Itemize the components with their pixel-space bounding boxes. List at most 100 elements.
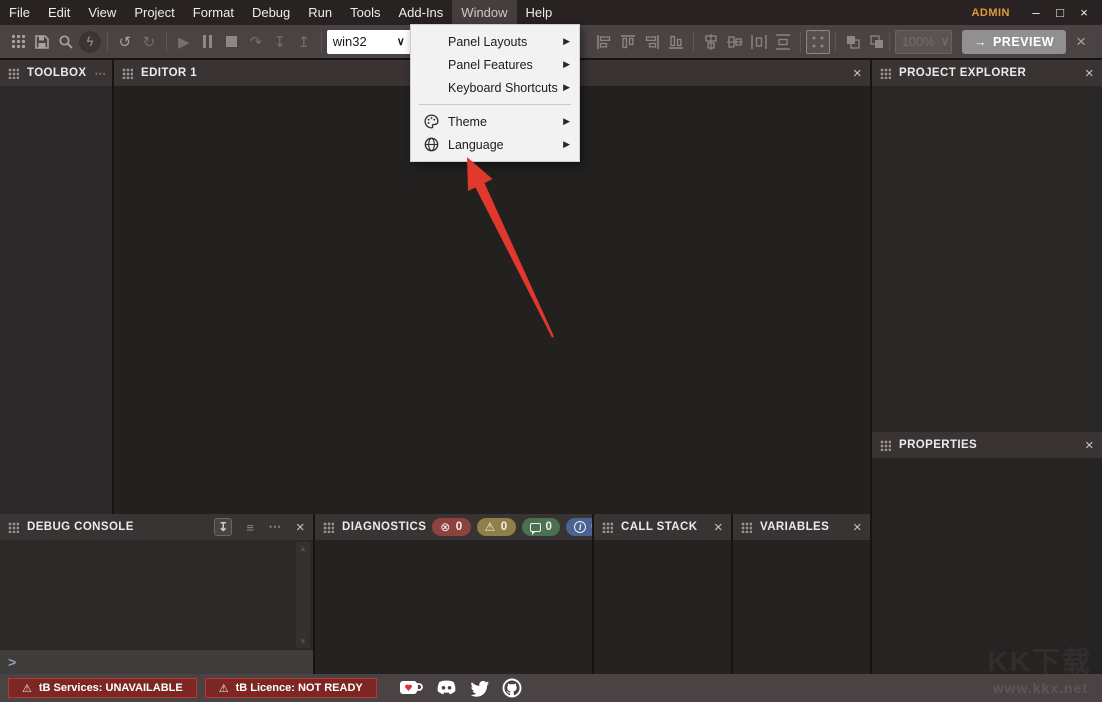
menu-project[interactable]: Project	[125, 0, 183, 25]
drag-handle-icon[interactable]	[880, 439, 891, 451]
toolbox-header: TOOLBOX ⋯	[0, 60, 112, 86]
close-panel-icon[interactable]: ×	[1085, 66, 1094, 81]
blank-icon	[423, 33, 440, 50]
send-to-back-glyph	[870, 34, 883, 48]
zoom-select[interactable]: 100% ∨	[894, 29, 952, 54]
center-vertical-icon[interactable]	[723, 30, 747, 54]
step-over-icon[interactable]: ↷	[244, 30, 268, 54]
menu-file[interactable]: File	[0, 0, 39, 25]
maximize-button[interactable]: □	[1048, 0, 1072, 25]
kofi-icon[interactable]	[399, 678, 424, 698]
debug-console-input[interactable]: >	[0, 650, 313, 674]
send-to-back-icon[interactable]	[865, 30, 889, 54]
github-icon[interactable]	[501, 677, 523, 699]
menu-tools[interactable]: Tools	[341, 0, 389, 25]
info-badge[interactable]: i 0	[566, 518, 592, 536]
search-icon[interactable]	[54, 30, 78, 54]
minimize-button[interactable]: –	[1024, 0, 1048, 25]
properties-header: PROPERTIES ×	[872, 432, 1102, 458]
scroll-down-icon[interactable]: ▼	[296, 637, 310, 646]
discord-icon[interactable]	[435, 679, 458, 697]
apps-grid-icon[interactable]	[6, 30, 30, 54]
platform-select[interactable]: win32 ∨	[326, 29, 411, 54]
messages-badge[interactable]: 0	[521, 518, 561, 536]
menu-item-keyboard-shortcuts[interactable]: Keyboard Shortcuts ▶	[411, 76, 579, 99]
project-explorer-body	[872, 86, 1102, 432]
center-horizontal-icon[interactable]	[699, 30, 723, 54]
submenu-arrow-icon: ▶	[563, 36, 570, 46]
redo-icon[interactable]: ↻	[137, 30, 161, 54]
align-bottom-icon[interactable]	[664, 30, 688, 54]
run-icon[interactable]: ▶	[172, 30, 196, 54]
more-icon[interactable]: ⋯	[94, 66, 107, 80]
menu-help[interactable]: Help	[517, 0, 562, 25]
scroll-up-icon[interactable]: ▲	[296, 544, 310, 553]
menu-debug[interactable]: Debug	[243, 0, 299, 25]
menu-item-theme[interactable]: Theme ▶	[411, 110, 579, 133]
debug-console-scrollbar[interactable]: ▲ ▼	[296, 542, 310, 648]
services-status-badge[interactable]: ⚠ tB Services: UNAVAILABLE	[8, 678, 197, 698]
close-panel-icon[interactable]: ×	[1085, 438, 1094, 453]
stop-glyph	[226, 36, 238, 47]
menu-run[interactable]: Run	[299, 0, 341, 25]
align-right-icon[interactable]	[640, 30, 664, 54]
step-out-icon[interactable]: ↥	[292, 30, 316, 54]
bolt-glyph: ϟ	[79, 30, 101, 53]
call-stack-body	[594, 540, 731, 674]
pause-glyph	[203, 35, 213, 48]
preview-button[interactable]: → PREVIEW	[961, 29, 1067, 54]
scroll-to-latest-icon[interactable]: ↧	[214, 518, 233, 536]
arrow-right-icon: →	[973, 34, 987, 49]
space-vertical-icon[interactable]	[771, 30, 795, 54]
menu-view[interactable]: View	[79, 0, 125, 25]
drag-handle-icon[interactable]	[8, 67, 19, 79]
twitter-icon[interactable]	[469, 679, 490, 697]
menu-format[interactable]: Format	[184, 0, 243, 25]
step-into-icon[interactable]: ↧	[268, 30, 292, 54]
close-panel-icon[interactable]: ×	[853, 520, 862, 535]
menu-edit[interactable]: Edit	[39, 0, 79, 25]
info-icon: i	[574, 521, 587, 533]
warning-icon: ⚠	[218, 682, 229, 695]
clear-console-icon[interactable]: ≡	[246, 520, 254, 535]
align-left-icon[interactable]	[592, 30, 616, 54]
bolt-icon[interactable]: ϟ	[78, 30, 102, 54]
more-icon[interactable]: ⋯	[268, 519, 281, 535]
licence-status-label: tB Licence: NOT READY	[235, 682, 363, 694]
menu-window[interactable]: Window	[452, 0, 517, 25]
menu-item-language[interactable]: Language ▶	[411, 133, 579, 156]
menu-item-panel-layouts[interactable]: Panel Layouts ▶	[411, 30, 579, 53]
drag-handle-icon[interactable]	[323, 521, 334, 533]
apps-grid-glyph	[10, 34, 26, 49]
close-panel-icon[interactable]: ×	[296, 520, 305, 535]
menu-item-panel-features[interactable]: Panel Features ▶	[411, 53, 579, 76]
close-panel-icon[interactable]: ×	[714, 520, 723, 535]
align-bottom-glyph	[669, 35, 684, 49]
align-top-icon[interactable]	[616, 30, 640, 54]
errors-count: 0	[455, 521, 463, 533]
drag-handle-icon[interactable]	[122, 67, 133, 79]
stop-icon[interactable]	[220, 30, 244, 54]
titlebar: File Edit View Project Format Debug Run …	[0, 0, 1102, 25]
pause-icon[interactable]	[196, 30, 220, 54]
platform-value: win32	[332, 34, 367, 49]
drag-handle-icon[interactable]	[880, 67, 891, 79]
drag-handle-icon[interactable]	[602, 521, 613, 533]
panel-title: DIAGNOSTICS	[342, 521, 427, 533]
panel-title: PROJECT EXPLORER	[899, 67, 1027, 79]
warnings-badge[interactable]: ⚠ 0	[476, 518, 516, 536]
space-horizontal-icon[interactable]	[747, 30, 771, 54]
bring-to-front-icon[interactable]	[841, 30, 865, 54]
window-dropdown-menu: Panel Layouts ▶ Panel Features ▶ Keyboar…	[410, 24, 580, 162]
menu-addins[interactable]: Add-Ins	[389, 0, 452, 25]
drag-handle-icon[interactable]	[8, 521, 19, 533]
toolbar-close-icon[interactable]: ×	[1076, 32, 1086, 52]
grid-toggle-icon[interactable]	[805, 29, 830, 54]
errors-badge[interactable]: ⊗ 0	[432, 518, 471, 536]
licence-status-badge[interactable]: ⚠ tB Licence: NOT READY	[204, 678, 377, 698]
undo-icon[interactable]: ↺	[113, 30, 137, 54]
close-panel-icon[interactable]: ×	[853, 66, 862, 81]
drag-handle-icon[interactable]	[741, 521, 752, 533]
save-icon[interactable]	[30, 30, 54, 54]
close-window-button[interactable]: ×	[1072, 0, 1096, 25]
